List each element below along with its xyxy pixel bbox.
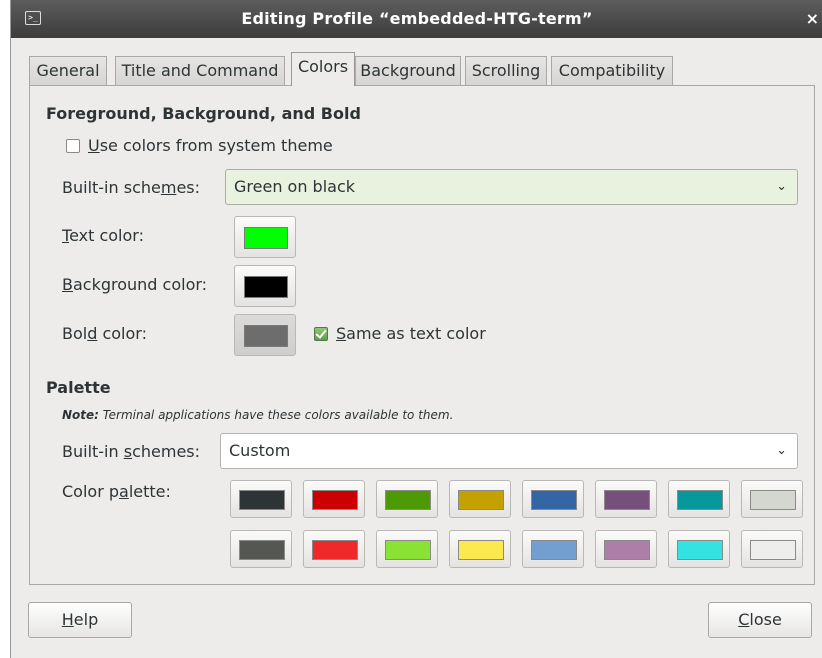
palette-color-swatch bbox=[312, 540, 358, 560]
palette-color-swatch bbox=[750, 490, 796, 510]
palette-color-button-10[interactable] bbox=[303, 530, 365, 568]
palette-color-button-6[interactable] bbox=[595, 480, 657, 518]
help-button[interactable]: Help bbox=[28, 602, 132, 638]
palette-color-button-5[interactable] bbox=[522, 480, 584, 518]
palette-color-button-16[interactable] bbox=[741, 530, 803, 568]
label-text: Bol bbox=[62, 324, 88, 343]
mnemonic: a bbox=[119, 482, 129, 501]
close-icon[interactable]: × bbox=[806, 9, 819, 28]
palette-color-swatch bbox=[458, 490, 504, 510]
background-color-label: Background color: bbox=[62, 275, 207, 294]
palette-color-swatch bbox=[239, 490, 285, 510]
palette-color-swatch bbox=[531, 490, 577, 510]
note-text: Terminal applications have these colors … bbox=[98, 408, 454, 422]
use-system-colors-checkbox[interactable] bbox=[66, 139, 80, 153]
bold-color-swatch bbox=[244, 325, 288, 347]
palette-color-button-13[interactable] bbox=[522, 530, 584, 568]
chevron-down-icon: ⌄ bbox=[776, 443, 787, 458]
mnemonic: m bbox=[160, 178, 177, 197]
label-text: se colors from system theme bbox=[99, 136, 333, 155]
label-text: lette: bbox=[128, 482, 171, 501]
text-color-label: Text color: bbox=[62, 226, 144, 245]
palette-color-button-7[interactable] bbox=[668, 480, 730, 518]
chevron-down-icon: ⌄ bbox=[776, 179, 787, 194]
button-label: lose bbox=[749, 610, 782, 629]
palette-note: Note: Terminal applications have these c… bbox=[62, 408, 453, 422]
palette-color-button-11[interactable] bbox=[376, 530, 438, 568]
same-as-text-checkbox[interactable] bbox=[314, 327, 328, 341]
mnemonic: S bbox=[336, 324, 347, 343]
label-text: ackground color: bbox=[72, 275, 208, 294]
same-as-text-label[interactable]: Same as text color bbox=[336, 324, 486, 343]
palette-color-swatch bbox=[458, 540, 504, 560]
background-color-swatch bbox=[244, 276, 288, 298]
palette-color-swatch bbox=[677, 540, 723, 560]
palette-color-button-15[interactable] bbox=[668, 530, 730, 568]
palette-color-button-9[interactable] bbox=[230, 530, 292, 568]
text-color-swatch bbox=[244, 227, 288, 249]
palette-color-swatch bbox=[385, 490, 431, 510]
foreground-section-title: Foreground, Background, and Bold bbox=[46, 104, 361, 123]
button-label: elp bbox=[73, 610, 99, 629]
tab-title-and-command[interactable]: Title and Command bbox=[115, 56, 285, 85]
mnemonic: U bbox=[88, 136, 100, 155]
palette-color-button-1[interactable] bbox=[230, 480, 292, 518]
tab-compatibility[interactable]: Compatibility bbox=[551, 56, 673, 85]
mnemonic: s bbox=[123, 442, 133, 461]
tab-general[interactable]: General bbox=[29, 56, 107, 85]
palette-color-swatch bbox=[312, 490, 358, 510]
palette-color-swatch bbox=[385, 540, 431, 560]
mnemonic: T bbox=[62, 226, 70, 245]
selected-scheme: Green on black bbox=[234, 177, 356, 196]
palette-schemes-combo[interactable]: Custom ⌄ bbox=[220, 433, 798, 469]
tab-background[interactable]: Background bbox=[355, 56, 461, 85]
color-palette-label: Color palette: bbox=[62, 482, 171, 501]
palette-section-title: Palette bbox=[46, 378, 111, 397]
palette-color-swatch bbox=[604, 490, 650, 510]
label-text: Color p bbox=[62, 482, 120, 501]
palette-color-swatch bbox=[531, 540, 577, 560]
bold-color-button[interactable] bbox=[234, 314, 296, 356]
palette-color-swatch bbox=[604, 540, 650, 560]
colors-panel: Foreground, Background, and Bold Use col… bbox=[29, 85, 815, 585]
palette-color-button-2[interactable] bbox=[303, 480, 365, 518]
label-text: es: bbox=[176, 178, 201, 197]
label-text: chemes: bbox=[132, 442, 201, 461]
palette-color-button-8[interactable] bbox=[741, 480, 803, 518]
tab-scrolling[interactable]: Scrolling bbox=[465, 56, 547, 85]
palette-color-swatch bbox=[750, 540, 796, 560]
bold-color-label: Bold color: bbox=[62, 324, 147, 343]
label-text: ame as text color bbox=[346, 324, 486, 343]
background-color-button[interactable] bbox=[234, 265, 296, 307]
text-color-button[interactable] bbox=[234, 216, 296, 258]
label-text: color: bbox=[97, 324, 147, 343]
title-bar[interactable]: >_ Editing Profile “embedded-HTG-term” × bbox=[11, 0, 822, 38]
palette-color-swatch bbox=[239, 540, 285, 560]
note-prefix: Note: bbox=[62, 408, 99, 422]
label-text: Built-in bbox=[62, 442, 124, 461]
profile-dialog: >_ Editing Profile “embedded-HTG-term” ×… bbox=[10, 0, 822, 658]
builtin-schemes-label: Built-in schemes: bbox=[62, 178, 200, 197]
palette-schemes-label: Built-in schemes: bbox=[62, 442, 200, 461]
label-text: ext color: bbox=[69, 226, 144, 245]
mnemonic: d bbox=[87, 324, 98, 343]
mnemonic: B bbox=[62, 275, 73, 294]
palette-color-button-3[interactable] bbox=[376, 480, 438, 518]
palette-color-button-12[interactable] bbox=[449, 530, 511, 568]
palette-color-button-14[interactable] bbox=[595, 530, 657, 568]
mnemonic: H bbox=[61, 610, 74, 629]
window-title: Editing Profile “embedded-HTG-term” bbox=[241, 9, 593, 28]
label-text: Built-in sche bbox=[62, 178, 161, 197]
palette-color-button-4[interactable] bbox=[449, 480, 511, 518]
builtin-schemes-combo[interactable]: Green on black ⌄ bbox=[225, 169, 798, 205]
selected-palette-scheme: Custom bbox=[229, 441, 291, 460]
use-system-colors-label[interactable]: Use colors from system theme bbox=[88, 136, 333, 155]
close-button[interactable]: Close bbox=[708, 602, 812, 638]
mnemonic: C bbox=[738, 610, 750, 629]
tab-colors[interactable]: Colors bbox=[291, 52, 355, 86]
palette-color-swatch bbox=[677, 490, 723, 510]
